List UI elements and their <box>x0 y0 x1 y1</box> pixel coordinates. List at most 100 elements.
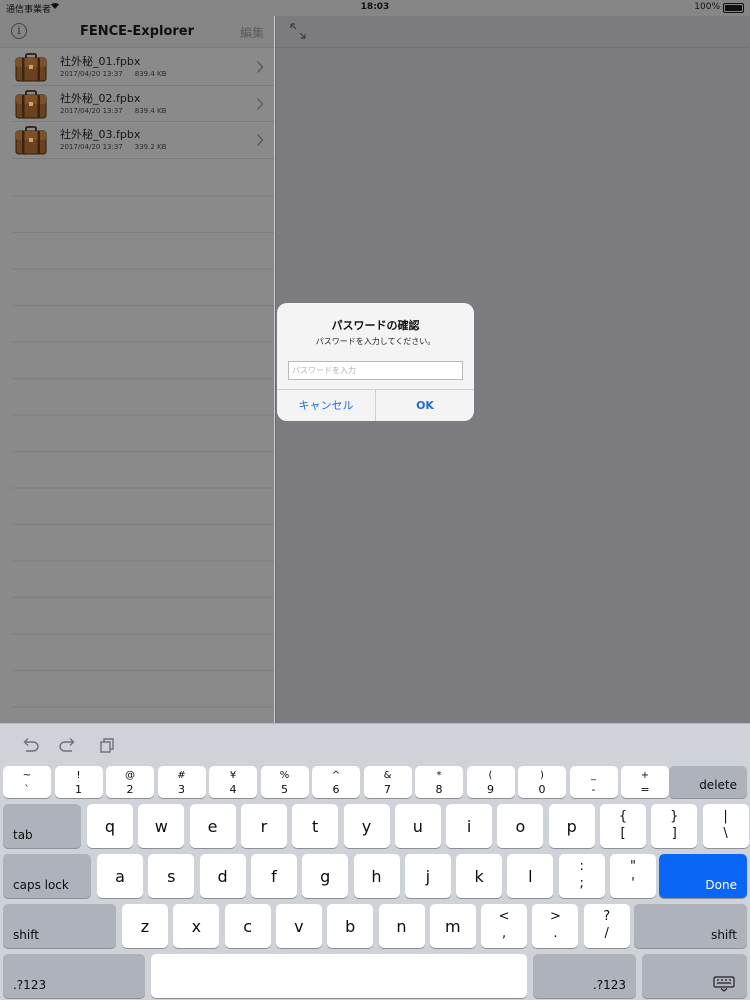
key-label: delete <box>699 778 737 792</box>
key-label: i <box>466 817 472 836</box>
symbol-key[interactable]: | \ <box>702 804 749 848</box>
done-key[interactable]: Done <box>659 854 747 898</box>
key-label: & <box>383 770 392 781</box>
key-label: l <box>528 867 533 886</box>
delete-key[interactable]: delete <box>669 766 747 798</box>
letter-key[interactable]: u <box>394 804 441 848</box>
key-number[interactable]: #3 <box>157 766 206 798</box>
file-row[interactable]: 社外秘_02.fpbx 2017/04/20 13:37 839.4 KB <box>12 86 274 122</box>
cancel-button[interactable]: キャンセル <box>277 390 376 421</box>
letter-key[interactable]: n <box>378 904 425 948</box>
letter-key[interactable]: j <box>404 854 451 898</box>
password-input[interactable] <box>288 361 463 380</box>
key-label: 4 <box>229 783 237 796</box>
letter-key[interactable]: k <box>456 854 503 898</box>
key-label: # <box>177 770 186 781</box>
file-date: 2017/04/20 13:37 <box>60 143 123 151</box>
symbol-key[interactable]: >. <box>532 904 579 948</box>
key-label: .?123 <box>592 978 626 992</box>
file-meta: 2017/04/20 13:37 339.2 KB <box>60 143 166 151</box>
key-label: j <box>425 867 431 886</box>
letter-key[interactable]: f <box>250 854 297 898</box>
keyboard-dismiss-icon <box>713 976 735 992</box>
redo-icon[interactable] <box>58 736 78 754</box>
symbol-key[interactable]: :; <box>558 854 605 898</box>
letter-key[interactable]: g <box>302 854 349 898</box>
alert-buttons: キャンセル OK <box>277 389 474 421</box>
shift-key-left[interactable]: shift <box>3 904 116 948</box>
letter-key[interactable]: a <box>97 854 143 898</box>
key-number[interactable]: ! 1 <box>54 766 103 798</box>
symbol-key[interactable]: {[ <box>600 804 646 848</box>
edit-button[interactable]: 編集 <box>240 24 264 41</box>
key-number[interactable]: ¥4 <box>209 766 257 798</box>
letter-key[interactable]: c <box>224 904 271 948</box>
letter-key[interactable]: q <box>87 804 133 848</box>
letter-key[interactable]: l <box>507 854 554 898</box>
key-label: w <box>154 817 168 836</box>
key-label: 3 <box>178 783 185 796</box>
paste-icon[interactable] <box>98 736 118 754</box>
symbol-key[interactable]: ? / <box>583 904 630 948</box>
expand-icon[interactable] <box>290 23 306 39</box>
key-label: f <box>271 867 277 886</box>
key-label: ¥ <box>229 770 237 781</box>
key-label: g <box>320 867 331 886</box>
status-time: 18:03 <box>360 2 390 12</box>
key-number[interactable]: @2 <box>106 766 154 798</box>
ok-button[interactable]: OK <box>376 390 474 421</box>
key-label: ) <box>540 770 544 781</box>
file-size: 839.4 KB <box>134 70 167 78</box>
key-number[interactable]: % 5 <box>260 766 309 798</box>
key-number[interactable]: ^ 6 <box>312 766 360 798</box>
letter-key[interactable]: s <box>148 854 195 898</box>
undo-icon[interactable] <box>20 736 40 754</box>
tab-key[interactable]: tab <box>3 804 81 848</box>
key-number[interactable]: ) 0 <box>518 766 566 798</box>
key-label: + <box>640 770 650 781</box>
letter-key[interactable]: b <box>327 904 374 948</box>
letter-key[interactable]: t <box>292 804 339 848</box>
symbol-key[interactable]: " ' <box>610 854 656 898</box>
letter-key[interactable]: w <box>138 804 185 848</box>
key-number[interactable]: * 8 <box>415 766 463 798</box>
file-size: 839.4 KB <box>134 106 167 115</box>
numbers-mode-key-left[interactable]: .?123 <box>3 954 145 998</box>
key-label: .?123 <box>13 978 47 992</box>
space-key[interactable] <box>151 954 527 998</box>
key-label: t <box>312 817 319 836</box>
letter-key[interactable]: m <box>429 904 476 948</box>
shift-key-right[interactable]: shift <box>634 904 747 948</box>
key-label: caps lock <box>13 878 69 892</box>
numbers-mode-key-right[interactable]: .?123 <box>533 954 636 998</box>
caps-lock-key[interactable]: caps lock <box>3 854 91 898</box>
key-number[interactable]: + = <box>621 766 669 798</box>
page-title: FENCE-Explorer <box>79 24 195 39</box>
letter-key[interactable]: d <box>199 854 246 898</box>
letter-key[interactable]: r <box>240 804 287 848</box>
letter-key[interactable]: h <box>353 854 400 898</box>
dismiss-keyboard-key[interactable] <box>642 954 747 998</box>
symbol-key[interactable]: <, <box>481 904 528 948</box>
key-number[interactable]: ~ ` <box>3 766 51 798</box>
status-battery-percent: 100% <box>694 2 720 12</box>
letter-key[interactable]: v <box>275 904 322 948</box>
file-row[interactable]: 社外秘_03.fpbx 2017/04/20 13:37 339.2 KB <box>12 122 274 159</box>
file-row[interactable]: 社外秘_01.fpbx 2017/04/20 13:37 839.4 KB <box>12 49 274 86</box>
letter-key[interactable]: z <box>122 904 168 948</box>
letter-key[interactable]: x <box>173 904 220 948</box>
letter-key[interactable]: o <box>497 804 544 848</box>
key-number[interactable]: (9 <box>466 766 515 798</box>
key-label: Done <box>705 878 737 892</box>
key-number[interactable]: & 7 <box>363 766 412 798</box>
symbol-key[interactable]: }] <box>651 804 698 848</box>
letter-key[interactable]: e <box>189 804 236 848</box>
letter-key[interactable]: i <box>446 804 493 848</box>
key-number[interactable]: _ - <box>569 766 618 798</box>
letter-key[interactable]: p <box>548 804 595 848</box>
letter-key[interactable]: y <box>343 804 390 848</box>
file-name: 社外秘_02.fpbx <box>60 91 141 105</box>
battery-icon <box>723 3 744 13</box>
key-label: o <box>515 817 526 836</box>
key-label: } <box>670 809 679 824</box>
